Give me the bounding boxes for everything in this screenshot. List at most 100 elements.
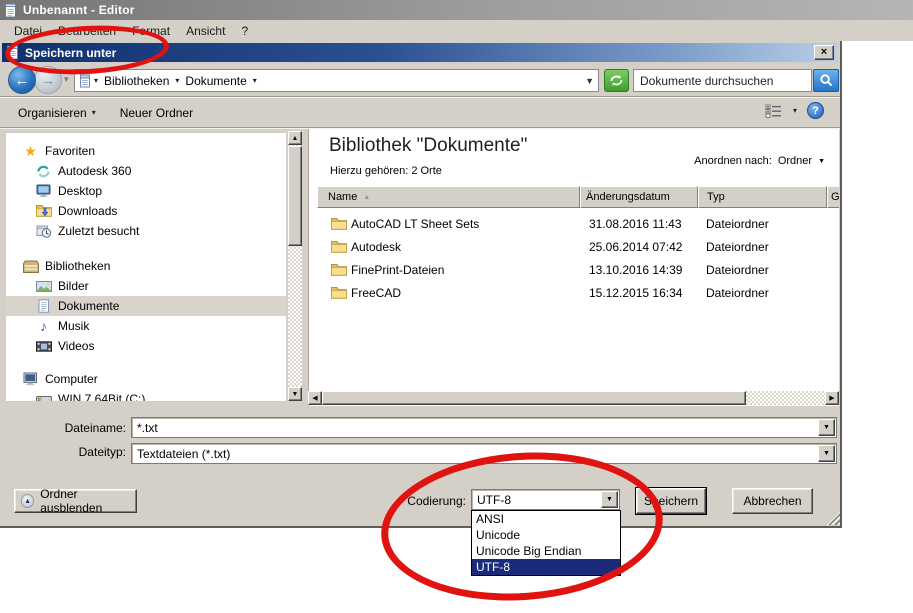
scroll-down-icon[interactable]: ▼ <box>288 387 302 401</box>
organize-label: Organisieren <box>18 106 87 120</box>
navigation-scrollbar[interactable]: ▲ ▼ <box>288 131 302 401</box>
sidebar-item-videos[interactable]: Videos <box>6 336 286 356</box>
forward-button[interactable]: → <box>34 66 62 94</box>
arrange-label: Anordnen nach: <box>694 155 772 167</box>
arrange-by-control[interactable]: Anordnen nach: Ordner ▼ <box>694 155 825 167</box>
refresh-button[interactable] <box>604 69 629 92</box>
chevron-down-icon[interactable]: ▼ <box>818 419 835 436</box>
scroll-left-icon[interactable]: ◀ <box>308 391 322 405</box>
menu-item-datei[interactable]: Datei <box>6 22 50 40</box>
organize-button[interactable]: Organisieren ▾ <box>12 103 102 123</box>
sidebar-item-musik[interactable]: ♪Musik <box>6 316 286 336</box>
file-row-freecad[interactable]: FreeCAD15.12.2015 16:34Dateiordner <box>309 282 839 305</box>
encoding-value: UTF-8 <box>477 493 511 507</box>
encoding-dropdown-list: ANSIUnicodeUnicode Big EndianUTF-8 <box>471 510 621 576</box>
folder-icon <box>331 217 347 230</box>
sidebar-item-autodesk-360[interactable]: Autodesk 360 <box>6 161 286 181</box>
filename-field[interactable] <box>137 421 696 435</box>
videos-icon <box>35 338 52 354</box>
menu-item-format[interactable]: Format <box>124 22 178 40</box>
sidebar-item-zuletzt-besucht[interactable]: Zuletzt besucht <box>6 221 286 241</box>
menu-item-?[interactable]: ? <box>233 22 256 40</box>
sidebar-group-favoriten[interactable]: ★Favoriten <box>6 141 286 161</box>
file-row-autocad-lt-sheet-sets[interactable]: AutoCAD LT Sheet Sets31.08.2016 11:43Dat… <box>309 213 839 236</box>
sidebar-item-downloads[interactable]: Downloads <box>6 201 286 221</box>
view-options-chevron-icon[interactable]: ▾ <box>793 106 797 115</box>
cancel-button[interactable]: Abbrechen <box>732 488 813 514</box>
menu-item-ansicht[interactable]: Ansicht <box>178 22 233 40</box>
notepad-window-title: Unbenannt - Editor <box>23 3 135 17</box>
file-type: Dateiordner <box>706 286 769 300</box>
scroll-right-icon[interactable]: ▶ <box>825 391 839 405</box>
help-icon[interactable]: ? <box>807 102 824 119</box>
sidebar-item-desktop[interactable]: Desktop <box>6 181 286 201</box>
breadcrumb-chevron-icon[interactable]: ▾ <box>175 76 179 85</box>
computer-icon <box>22 371 39 387</box>
search-button[interactable] <box>813 69 839 92</box>
close-icon[interactable]: × <box>814 45 834 60</box>
file-date: 15.12.2015 16:34 <box>589 286 682 300</box>
column-header-name[interactable]: Name▲ <box>317 186 580 208</box>
chevron-down-icon[interactable]: ▼ <box>818 445 835 462</box>
back-button[interactable]: ← <box>8 66 36 94</box>
resize-grip[interactable] <box>827 512 840 525</box>
file-row-autodesk[interactable]: Autodesk25.06.2014 07:42Dateiordner <box>309 236 839 259</box>
column-header-nderungsdatum[interactable]: Änderungsdatum <box>580 186 698 208</box>
scroll-up-icon[interactable]: ▲ <box>288 131 302 145</box>
file-row-fineprint-dateien[interactable]: FinePrint-Dateien13.10.2016 14:39Dateior… <box>309 259 839 282</box>
favorites-star-icon: ★ <box>22 143 39 159</box>
sidebar-item-label: Dokumente <box>58 299 119 313</box>
encoding-select[interactable]: UTF-8 ▼ <box>471 489 620 510</box>
encoding-label: Codierung: <box>398 494 466 508</box>
sidebar-group-label: Computer <box>45 372 98 386</box>
address-bar[interactable]: ▾ Bibliotheken ▾ Dokumente ▾ ▼ <box>74 69 599 92</box>
filename-input[interactable]: ▼ <box>131 417 837 438</box>
dialog-content: ★FavoritenAutodesk 360DesktopDownloadsZu… <box>0 129 840 406</box>
file-type: Dateiordner <box>706 217 769 231</box>
notepad-icon <box>4 3 18 18</box>
column-header-typ[interactable]: Typ <box>698 186 827 208</box>
folder-icon <box>331 263 347 276</box>
breadcrumb-bibliotheken[interactable]: Bibliotheken <box>104 74 169 88</box>
sidebar-item-bilder[interactable]: Bilder <box>6 276 286 296</box>
sidebar-group-computer[interactable]: Computer <box>6 369 286 389</box>
encoding-option-ansi[interactable]: ANSI <box>472 511 620 527</box>
encoding-option-unicode[interactable]: Unicode <box>472 527 620 543</box>
sidebar-group-label: Bibliotheken <box>45 259 110 273</box>
scrollbar-thumb[interactable] <box>322 391 746 405</box>
new-folder-button[interactable]: Neuer Ordner <box>114 103 199 123</box>
menu-item-bearbeiten[interactable]: Bearbeiten <box>50 22 124 40</box>
encoding-option-unicode-big-endian[interactable]: Unicode Big Endian <box>472 543 620 559</box>
encoding-option-utf-8[interactable]: UTF-8 <box>472 559 620 575</box>
list-view-icon[interactable] <box>765 104 783 118</box>
breadcrumb-chevron-icon[interactable]: ▾ <box>253 76 257 85</box>
search-placeholder: Dokumente durchsuchen <box>640 74 773 88</box>
search-input[interactable]: Dokumente durchsuchen <box>633 69 812 92</box>
chevron-down-icon[interactable]: ▾ <box>94 76 98 85</box>
arrange-value: Ordner <box>778 155 812 167</box>
folder-icon <box>331 286 347 299</box>
scrollbar-thumb[interactable] <box>288 146 302 246</box>
chevron-down-icon: ▾ <box>92 108 96 117</box>
library-subtitle: Hierzu gehören: 2 Orte <box>330 165 442 177</box>
chevron-down-icon[interactable]: ▼ <box>601 491 618 508</box>
sidebar-group-bibliotheken[interactable]: Bibliotheken <box>6 256 286 276</box>
save-label: Speichern <box>644 494 698 508</box>
dialog-titlebar[interactable]: Speichern unter × <box>2 43 838 62</box>
hide-folders-button[interactable]: ▲ Ordner ausblenden <box>14 489 137 513</box>
file-date: 31.08.2016 11:43 <box>589 217 682 231</box>
sort-ascending-icon: ▲ <box>363 194 370 201</box>
sidebar-item-win-7-64bit-c-[interactable]: WIN 7 64Bit (C:) <box>6 389 286 401</box>
recent-places-icon <box>35 223 52 239</box>
breadcrumb-dokumente[interactable]: Dokumente <box>185 74 246 88</box>
nav-history-chevron-icon[interactable]: ▾ <box>64 74 69 85</box>
save-as-dialog: Speichern unter × ← → ▾ ▾ Bibliotheken ▾ D… <box>0 41 842 528</box>
column-header-gr[interactable]: Gr <box>827 186 839 208</box>
file-date: 25.06.2014 07:42 <box>589 240 682 254</box>
file-list-hscrollbar[interactable]: ◀ ▶ <box>308 391 839 405</box>
notepad-editor-area[interactable] <box>0 528 913 613</box>
filetype-select[interactable]: Textdateien (*.txt) ▼ <box>131 443 837 464</box>
address-dropdown-icon[interactable]: ▼ <box>585 76 594 86</box>
save-button[interactable]: Speichern <box>636 488 706 514</box>
sidebar-item-dokumente[interactable]: Dokumente <box>6 296 286 316</box>
